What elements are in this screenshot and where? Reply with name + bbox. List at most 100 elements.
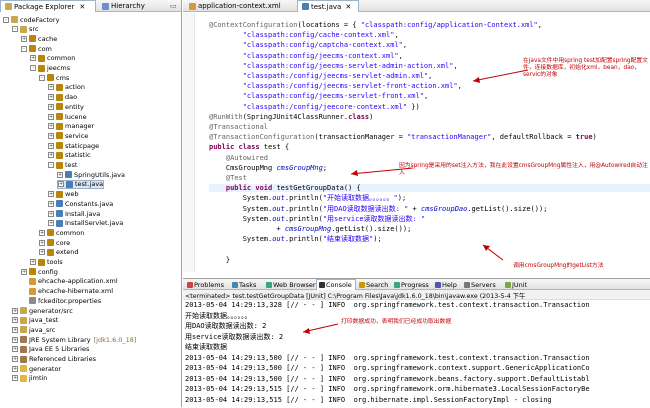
expand-icon[interactable]: + (12, 375, 18, 382)
expand-icon[interactable]: + (58, 181, 64, 188)
tree-item[interactable]: + Java EE 5 Libraries (12, 345, 89, 354)
expand-icon[interactable]: + (12, 356, 18, 362)
tree-item[interactable]: + common (30, 54, 75, 63)
expand-icon[interactable]: + (48, 152, 54, 159)
tree-item[interactable]: + action (48, 83, 85, 92)
tree-item[interactable]: + Constants.java (48, 199, 113, 208)
expand-icon[interactable]: + (48, 142, 54, 149)
expand-icon[interactable]: + (30, 55, 36, 62)
expand-icon[interactable]: + (12, 307, 18, 314)
tab-hierarchy[interactable]: Hierarchy (98, 0, 168, 12)
tree-item[interactable]: + generator (12, 364, 61, 373)
expand-icon[interactable]: + (48, 220, 54, 227)
srcfolder-icon (20, 307, 27, 314)
annotation-print-success: 打印数据成功，表明我们已经成功取出数据 (341, 319, 452, 325)
collapse-icon[interactable]: - (48, 162, 54, 168)
tree-item[interactable]: + cache (21, 34, 57, 43)
xml-icon (29, 287, 36, 295)
tree-item-label: JRE System Library (29, 335, 91, 344)
tree-item[interactable]: ehcache-hibernate.xml (21, 287, 113, 296)
library-icon (20, 336, 27, 344)
tree-item[interactable]: - jeecms (30, 64, 70, 73)
tree-item[interactable]: + extend (39, 248, 79, 257)
tree-item-label: common (56, 228, 85, 237)
tree-item[interactable]: + JRE System Library [jdk1.6.0_18] (12, 335, 136, 344)
expand-icon[interactable]: + (12, 317, 18, 324)
collapse-icon[interactable]: - (3, 16, 9, 23)
tab-test-java[interactable]: test.java ✕ (297, 0, 359, 12)
expand-icon[interactable]: + (48, 123, 54, 130)
expand-icon[interactable]: + (12, 365, 18, 372)
tree-item-label: test.java (75, 180, 104, 189)
expand-icon[interactable]: + (39, 249, 45, 256)
tree-item-suffix: [jdk1.6.0_18] (93, 335, 137, 344)
tree-item[interactable]: + java_test (12, 316, 58, 325)
tree-item[interactable]: + dao (48, 93, 77, 102)
close-icon[interactable]: ✕ (345, 3, 351, 11)
tree-item[interactable]: + jimtin (12, 374, 47, 383)
tree-item[interactable]: - src (12, 25, 39, 34)
expand-icon[interactable]: + (48, 210, 54, 217)
tree-item[interactable]: + statistic (48, 151, 91, 160)
tree-item[interactable]: - cms (39, 73, 69, 82)
expand-icon[interactable]: + (12, 326, 18, 333)
tree-item[interactable]: - test (48, 161, 77, 170)
expand-icon[interactable]: + (39, 229, 45, 236)
package-icon (56, 132, 63, 140)
collapse-icon[interactable]: - (39, 74, 45, 81)
tree-item[interactable]: + SpringUtils.java (57, 170, 125, 179)
tree-item-label: core (56, 238, 71, 247)
collapse-icon[interactable]: - (21, 45, 27, 52)
tree-item[interactable]: + entity (48, 102, 84, 111)
expand-icon[interactable]: + (21, 35, 27, 42)
minimize-icon[interactable]: ▭ (170, 2, 177, 10)
java-icon (56, 210, 63, 217)
tree-item[interactable]: - codeFactory (3, 15, 59, 24)
tree-item[interactable]: + tools (30, 258, 63, 267)
tree-item[interactable]: + service (48, 131, 88, 140)
package-icon (29, 45, 36, 53)
expand-icon[interactable]: + (30, 259, 36, 265)
tree-item[interactable]: + manager (48, 122, 94, 131)
expand-icon[interactable]: + (48, 94, 54, 101)
tab-package-explorer[interactable]: Package Explorer ✕ (0, 0, 96, 12)
tree-item[interactable]: + generator/src (12, 306, 73, 315)
tree-item-label: java_src (29, 325, 56, 334)
expand-icon[interactable]: + (12, 336, 18, 343)
expand-icon[interactable]: + (48, 200, 54, 207)
expand-icon[interactable]: + (39, 239, 45, 246)
tree-item[interactable]: + java_src (12, 325, 55, 334)
tree-item[interactable]: + common (39, 228, 84, 237)
code-area[interactable]: @ContextConfiguration(locations = { "cla… (183, 13, 650, 272)
tree-item-label: generator (29, 364, 62, 373)
srcfolder-icon (20, 326, 27, 334)
tree-item[interactable]: - com (21, 44, 52, 53)
tree-item[interactable]: ehcache-application.xml (21, 277, 118, 286)
tree-item[interactable]: + web (48, 190, 78, 199)
collapse-icon[interactable]: - (12, 26, 18, 33)
expand-icon[interactable]: + (48, 113, 54, 120)
annotation-arrows (350, 69, 529, 261)
package-icon (38, 258, 45, 266)
tree-item[interactable]: + config (21, 267, 58, 276)
expand-icon[interactable]: + (48, 103, 54, 110)
tree-item[interactable]: + staticpage (48, 141, 99, 150)
tree-item[interactable]: + core (39, 238, 70, 247)
expand-icon[interactable]: + (12, 346, 18, 353)
tree-item-label: staticpage (65, 141, 100, 150)
tree-item[interactable]: + InstallServlet.java (48, 219, 123, 228)
tree-item[interactable]: + test.java (57, 179, 105, 189)
collapse-icon[interactable]: - (30, 65, 36, 71)
tree-item[interactable]: + lucene (48, 112, 87, 121)
expand-icon[interactable]: + (48, 84, 54, 91)
expand-icon[interactable]: + (21, 268, 27, 275)
tree-item[interactable]: fckeditor.properties (21, 296, 101, 305)
tab-application-context-xml[interactable]: application-context.xml (185, 0, 295, 12)
tree-item[interactable]: + Install.java (48, 209, 100, 218)
expand-icon[interactable]: + (48, 191, 54, 198)
expand-icon[interactable]: + (57, 171, 63, 178)
expand-icon[interactable]: + (48, 132, 54, 139)
close-icon[interactable]: ✕ (79, 3, 85, 11)
tree-item[interactable]: + Referenced Libraries (12, 355, 96, 364)
